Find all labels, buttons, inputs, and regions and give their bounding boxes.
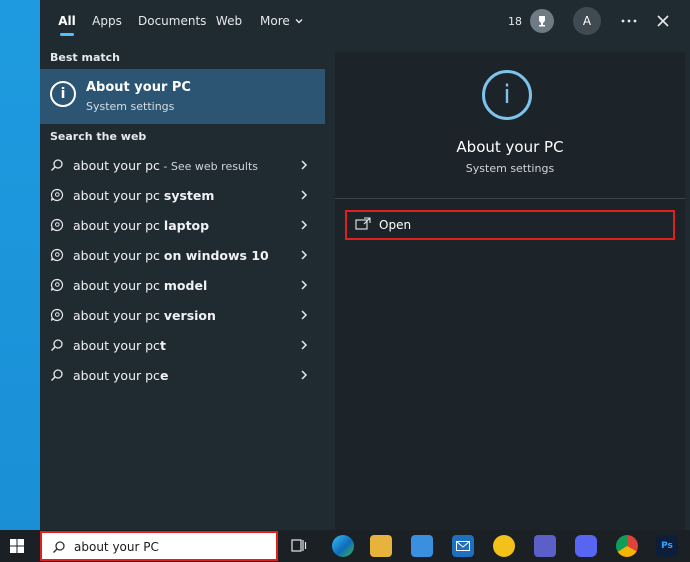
photoshop-icon[interactable]: Ps [656,535,678,557]
web-suggestion-item[interactable]: about your pce [40,360,325,390]
best-match-subtitle: System settings [86,100,175,113]
web-suggestion-item[interactable]: about your pc system [40,180,325,210]
chevron-right-icon [301,220,308,230]
chrome-icon[interactable] [616,535,638,557]
search-icon [51,369,63,381]
discord-icon[interactable] [575,535,597,557]
chevron-right-icon [301,310,308,320]
close-icon[interactable] [655,13,671,29]
preview-title: About your PC [456,138,564,156]
norton-icon[interactable] [493,535,515,557]
chevron-down-icon [295,19,303,24]
rewards-points: 18 [508,14,522,28]
search-bubble-icon [50,188,64,202]
trophy-icon [530,9,554,33]
search-icon [51,339,63,351]
web-suggestion-item[interactable]: about your pc version [40,300,325,330]
search-bubble-icon [50,278,64,292]
taskbar-search-box[interactable] [40,531,278,561]
taskbar-search-input[interactable] [74,539,264,555]
tab-documents[interactable]: Documents [138,0,206,42]
open-button[interactable]: Open [345,210,675,240]
avatar[interactable]: A [573,7,601,35]
preview-pane: i About your PC System settings Open [335,52,685,530]
tab-web[interactable]: Web [214,0,244,42]
search-icon [53,541,65,553]
chevron-right-icon [301,280,308,290]
desktop-background [0,0,40,530]
search-tabbar: All Apps Documents Web More 18 A [40,0,690,42]
web-suggestion-item[interactable]: about your pc model [40,270,325,300]
chevron-right-icon [301,190,308,200]
preview-subtitle: System settings [465,162,555,175]
info-icon: i [50,81,76,107]
file-explorer-icon[interactable] [370,535,392,557]
best-match-title: About your PC [86,80,191,95]
open-external-icon [355,217,371,230]
best-match-item[interactable]: i About your PC System settings [40,69,325,124]
search-bubble-icon [50,248,64,262]
chevron-right-icon [301,340,308,350]
web-suggestion-item[interactable]: about your pc on windows 10 [40,240,325,270]
search-icon [51,159,63,171]
chevron-right-icon [301,250,308,260]
info-icon: i [482,70,532,120]
edge-icon[interactable] [332,535,354,557]
rewards-area[interactable]: 18 [508,0,554,42]
results-list: Best match i About your PC System settin… [40,42,325,530]
mail-icon[interactable] [452,535,474,557]
teams-icon[interactable] [534,535,556,557]
open-button-label: Open [379,218,412,232]
ellipsis-icon[interactable] [620,12,638,30]
tab-apps[interactable]: Apps [92,0,122,42]
tab-more[interactable]: More [260,0,314,42]
search-bubble-icon [50,308,64,322]
web-suggestion-item[interactable]: about your pc laptop [40,210,325,240]
search-panel: All Apps Documents Web More 18 A Best ma… [40,0,690,530]
best-match-label: Best match [50,51,120,64]
store-icon[interactable] [411,535,433,557]
taskbar: Ps [0,530,690,562]
tab-all[interactable]: All [52,0,82,42]
chevron-right-icon [301,370,308,380]
chevron-right-icon [301,160,308,170]
web-suggestion-item[interactable]: about your pc - See web results [40,150,325,180]
search-bubble-icon [50,218,64,232]
task-view-icon[interactable] [288,535,310,557]
preview-divider [335,198,685,199]
search-web-label: Search the web [50,130,147,143]
web-suggestion-item[interactable]: about your pct [40,330,325,360]
windows-start-icon[interactable] [10,539,24,553]
